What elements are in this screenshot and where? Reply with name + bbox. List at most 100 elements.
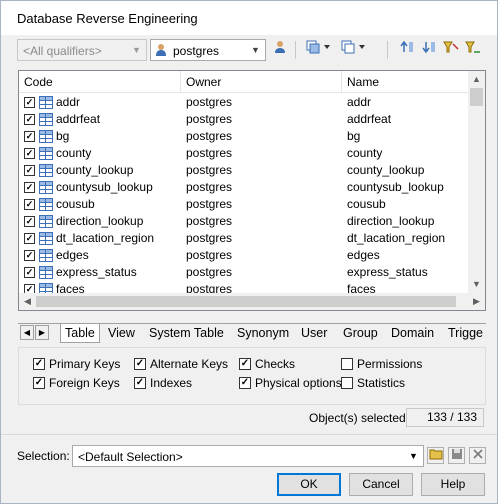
option-label: Alternate Keys (150, 357, 229, 371)
tab-trigger[interactable]: Trigge (444, 324, 487, 343)
cell-code: addrfeat (56, 112, 101, 126)
table-icon (39, 164, 53, 177)
table-icon (39, 266, 53, 279)
table-row[interactable]: ✓ bg postgres bg (19, 128, 469, 145)
row-checkbox[interactable]: ✓ (24, 165, 35, 176)
table-row[interactable]: ✓ addr postgres addr (19, 94, 469, 111)
table-icon (39, 232, 53, 245)
cell-owner: postgres (186, 214, 233, 228)
window-title: Database Reverse Engineering (17, 11, 198, 26)
table-row[interactable]: ✓ cousub postgres cousub (19, 196, 469, 213)
owner-select[interactable]: postgres ▼ (150, 39, 266, 61)
cell-name: direction_lookup (347, 214, 435, 228)
scroll-thumb[interactable] (470, 88, 483, 106)
filter-clear-icon[interactable] (463, 40, 483, 60)
help-button[interactable]: Help (421, 473, 485, 496)
checkbox[interactable] (341, 358, 353, 370)
vertical-scrollbar[interactable]: ▲ ▼ (468, 71, 485, 293)
scroll-right-icon[interactable]: ▶ (468, 293, 485, 310)
column-header-code[interactable]: Code (19, 71, 181, 93)
list-header: Code Owner Name (19, 71, 469, 93)
cell-name: county (347, 146, 383, 160)
row-checkbox[interactable]: ✓ (24, 148, 35, 159)
table-row[interactable]: ✓ direction_lookup postgres direction_looku… (19, 213, 469, 230)
cell-code: countysub_lookup (56, 180, 153, 194)
deselect-all-icon[interactable] (340, 40, 368, 60)
owner-select-value: postgres (173, 44, 220, 58)
chevron-down-icon: ▼ (251, 45, 260, 55)
table-row[interactable]: ✓ countysub_lookup postgres countysub_looku… (19, 179, 469, 196)
cell-owner: postgres (186, 231, 233, 245)
table-row[interactable]: ✓ county postgres county (19, 145, 469, 162)
move-up-icon[interactable] (397, 40, 417, 60)
scroll-down-icon[interactable]: ▼ (468, 276, 485, 293)
delete-icon[interactable] (469, 447, 486, 464)
checkbox[interactable]: ✓ (239, 377, 251, 389)
object-list[interactable]: Code Owner Name ✓ addr postgres addr ✓ addrfe… (18, 70, 486, 311)
checkbox[interactable]: ✓ (239, 358, 251, 370)
table-row[interactable]: ✓ express_status postgres express_status (19, 264, 469, 281)
row-checkbox[interactable]: ✓ (24, 97, 35, 108)
row-checkbox[interactable]: ✓ (24, 131, 35, 142)
tab-domain[interactable]: Domain (387, 324, 438, 343)
cell-owner: postgres (186, 265, 233, 279)
save-icon[interactable] (448, 447, 465, 464)
tab-synonym[interactable]: Synonym (233, 324, 293, 343)
toolbar: <All qualifiers> ▼ postgres ▼ (17, 39, 485, 63)
tab-next-icon[interactable]: ▶ (35, 325, 49, 340)
tab-user[interactable]: User (297, 324, 331, 343)
column-header-name[interactable]: Name (342, 71, 469, 93)
row-checkbox[interactable]: ✓ (24, 267, 35, 278)
chevron-down-icon: ▼ (132, 45, 141, 55)
filter-icon[interactable] (441, 40, 461, 60)
tab-system-table[interactable]: System Table (145, 324, 228, 343)
row-checkbox[interactable]: ✓ (24, 114, 35, 125)
row-checkbox[interactable]: ✓ (24, 182, 35, 193)
horizontal-scrollbar[interactable]: ◀ ▶ (19, 293, 485, 310)
option-label: Physical options (255, 376, 342, 390)
owner-icon[interactable] (270, 40, 290, 60)
selection-select-value: <Default Selection> (78, 450, 183, 464)
cancel-button[interactable]: Cancel (349, 473, 413, 496)
move-down-icon[interactable] (419, 40, 439, 60)
open-folder-icon[interactable] (427, 447, 444, 464)
cell-owner: postgres (186, 95, 233, 109)
checkbox[interactable]: ✓ (134, 358, 146, 370)
checkbox[interactable]: ✓ (33, 377, 45, 389)
table-icon (39, 198, 53, 211)
table-icon (39, 215, 53, 228)
qualifier-select-value: <All qualifiers> (23, 44, 102, 58)
table-row[interactable]: ✓ dt_lacation_region postgres dt_lacation_r… (19, 230, 469, 247)
option-label: Primary Keys (49, 357, 121, 371)
cell-name: dt_lacation_region (347, 231, 446, 245)
cell-name: addr (347, 95, 372, 109)
cell-owner: postgres (186, 248, 233, 262)
scroll-left-icon[interactable]: ◀ (19, 293, 36, 310)
scroll-up-icon[interactable]: ▲ (468, 71, 485, 88)
ok-button[interactable]: OK (277, 473, 341, 496)
table-row[interactable]: ✓ edges postgres edges (19, 247, 469, 264)
row-checkbox[interactable]: ✓ (24, 216, 35, 227)
table-row[interactable]: ✓ addrfeat postgres addrfeat (19, 111, 469, 128)
cell-code: cousub (56, 197, 95, 211)
select-all-icon[interactable] (305, 40, 333, 60)
checkbox[interactable]: ✓ (33, 358, 45, 370)
cell-code: direction_lookup (56, 214, 144, 228)
cell-owner: postgres (186, 180, 233, 194)
tab-group[interactable]: Group (339, 324, 382, 343)
table-row[interactable]: ✓ county_lookup postgres county_lookup (19, 162, 469, 179)
row-checkbox[interactable]: ✓ (24, 250, 35, 261)
row-checkbox[interactable]: ✓ (24, 199, 35, 210)
tab-table[interactable]: Table (60, 324, 100, 343)
checkbox[interactable]: ✓ (134, 377, 146, 389)
selection-select[interactable]: <Default Selection> ▼ (72, 445, 424, 467)
column-header-owner[interactable]: Owner (181, 71, 342, 93)
qualifier-select[interactable]: <All qualifiers> ▼ (17, 39, 147, 61)
checkbox[interactable] (341, 377, 353, 389)
tab-view[interactable]: View (104, 324, 139, 343)
scroll-thumb[interactable] (36, 296, 456, 307)
option-label: Indexes (150, 376, 193, 390)
table-icon (39, 181, 53, 194)
row-checkbox[interactable]: ✓ (24, 233, 35, 244)
tab-prev-icon[interactable]: ◀ (20, 325, 34, 340)
